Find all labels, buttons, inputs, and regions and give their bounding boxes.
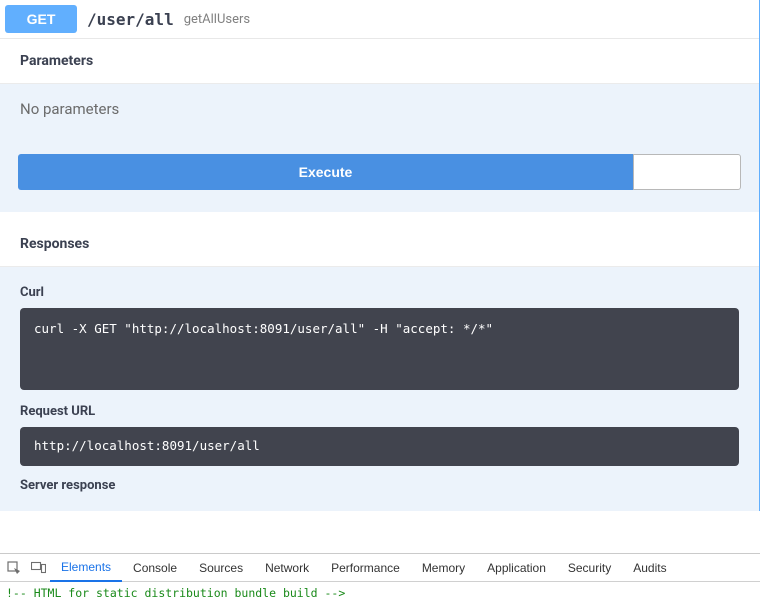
http-method-badge: GET bbox=[5, 5, 77, 33]
execute-button[interactable]: Execute bbox=[18, 154, 633, 190]
swagger-operation-block: GET /user/all getAllUsers Parameters No … bbox=[0, 0, 760, 511]
html-comment-line: !-- HTML for static distribution bundle … bbox=[6, 586, 345, 600]
request-url-label: Request URL bbox=[20, 404, 739, 419]
server-response-label: Server response bbox=[20, 478, 739, 493]
no-parameters-text: No parameters bbox=[0, 84, 759, 154]
request-url-block[interactable]: http://localhost:8091/user/all bbox=[20, 427, 739, 466]
devtools-tab-console[interactable]: Console bbox=[122, 554, 188, 582]
operation-summary-text: getAllUsers bbox=[184, 12, 250, 27]
devtools-tab-network[interactable]: Network bbox=[254, 554, 320, 582]
device-toolbar-icon[interactable] bbox=[30, 560, 46, 576]
devtools-tab-bar: Elements Console Sources Network Perform… bbox=[0, 554, 760, 582]
devtools-tab-memory[interactable]: Memory bbox=[411, 554, 476, 582]
devtools-panel: Elements Console Sources Network Perform… bbox=[0, 553, 760, 600]
devtools-tab-elements[interactable]: Elements bbox=[50, 554, 122, 582]
responses-body: Curl curl -X GET "http://localhost:8091/… bbox=[0, 267, 759, 511]
devtools-tab-performance[interactable]: Performance bbox=[320, 554, 411, 582]
curl-label: Curl bbox=[20, 285, 739, 300]
parameters-heading: Parameters bbox=[0, 39, 759, 84]
devtools-tab-sources[interactable]: Sources bbox=[188, 554, 254, 582]
operation-summary-row[interactable]: GET /user/all getAllUsers bbox=[0, 0, 759, 39]
responses-heading: Responses bbox=[0, 222, 759, 267]
devtools-elements-content[interactable]: !-- HTML for static distribution bundle … bbox=[0, 582, 760, 600]
curl-command-block[interactable]: curl -X GET "http://localhost:8091/user/… bbox=[20, 308, 739, 390]
section-divider bbox=[0, 212, 759, 222]
endpoint-path: /user/all bbox=[77, 10, 184, 29]
devtools-tab-audits[interactable]: Audits bbox=[622, 554, 677, 582]
inspect-element-icon[interactable] bbox=[6, 560, 22, 576]
clear-button[interactable] bbox=[633, 154, 741, 190]
devtools-tab-security[interactable]: Security bbox=[557, 554, 622, 582]
devtools-tab-application[interactable]: Application bbox=[476, 554, 557, 582]
action-button-row: Execute bbox=[0, 154, 759, 212]
